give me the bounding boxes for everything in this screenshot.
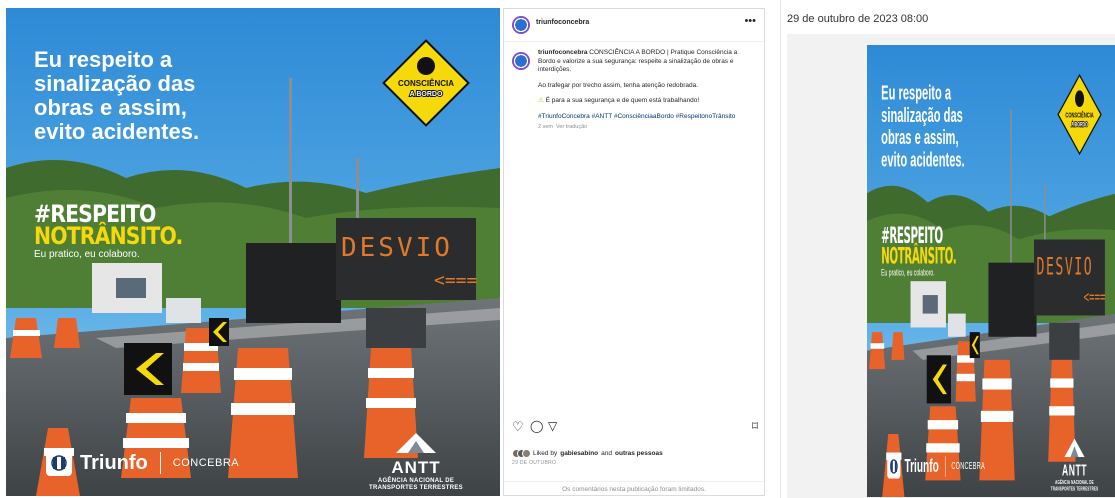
antt-full-line: AGÊNCIA NACIONAL DE [377,478,455,484]
antt-logo: ANTT AGÊNCIA NACIONAL DE TRANSPORTES TER… [361,433,471,492]
headline-line: evito acidentes. [34,119,200,144]
brand-name: Triunfo [80,451,148,474]
liked-and: and [601,450,613,457]
headline-line: sinalização das [881,103,963,127]
post-header: triunfoconcebra ••• [504,9,764,42]
see-translation-link[interactable]: Ver tradução [556,124,587,130]
antt-full-line: TRANSPORTES TERRESTRES [369,485,463,491]
caption-username[interactable]: triunfoconcebra [538,49,587,56]
caption-paragraph: Ao trafegar por trecho assim, tenha aten… [538,81,699,89]
triunfo-logo: Triunfo CONCEBRA [887,454,985,479]
post-caption: triunfoconcebra CONSCIÊNCIA A BORDO | Pr… [538,49,756,139]
antt-triangle-icon [1047,438,1103,462]
liker-avatars [512,449,531,458]
poster-preview: DESVIO <=== CONSCIÊNCIA A BORDO Eu respe… [867,45,1115,497]
comment-icon[interactable]: ◯ [530,419,543,433]
desvio-sign-text: DESVIO [1037,252,1094,281]
post-time-ago: 2 sem [538,124,553,130]
more-horizontal-icon[interactable]: ••• [744,15,756,27]
avatar[interactable] [512,16,530,34]
svg-text:A BORDO: A BORDO [1071,122,1088,129]
svg-text:CONSCIÊNCIA: CONSCIÊNCIA [398,79,454,88]
headline-line: Eu respeito a [881,81,952,105]
poster-headline: Eu respeito a sinalização das obras e as… [881,82,965,171]
brand-partner: CONCEBRA [172,457,240,469]
antt-name: ANTT [1062,461,1087,480]
svg-text:<===: <=== [1084,289,1106,308]
caption-paragraph: É para a sua segurança e de quem está tr… [545,97,700,104]
poster-artwork: DESVIO <=== CONSCIÊNCIA A BORDO Eu respe… [6,8,500,496]
poster-headline: Eu respeito a sinalização das obras e as… [34,48,199,144]
comments-limited-notice: Os comentários nesta publicação foram li… [504,481,764,495]
liked-others[interactable]: outras pessoas [615,450,663,457]
antt-full-line: TRANSPORTES TERRESTRES [1050,486,1099,493]
headline-line: obras e assim, [881,125,959,149]
liked-user[interactable]: gabiesabino [560,450,598,457]
post-image[interactable]: DESVIO <=== CONSCIÊNCIA A BORDO Eu respe… [6,8,500,496]
headline-line: obras e assim, [34,95,187,120]
poster-tagline: Eu pratico, eu colaboro. [34,249,140,260]
headline-line: evito acidentes. [881,147,965,171]
preview-image[interactable]: DESVIO <=== CONSCIÊNCIA A BORDO Eu respe… [867,45,1115,497]
headline-line: Eu respeito a [34,47,173,72]
triunfo-mark-icon [46,450,72,476]
antt-triangle-icon [361,433,471,458]
caption-avatar[interactable] [512,52,530,70]
hashtag-notransito: NOTRÂNSITO. [34,222,183,250]
antt-logo: ANTT AGÊNCIA NACIONAL DE TRANSPORTES TER… [1047,438,1103,494]
post-actions: ♡ ◯ ▽ ⌑ [512,419,758,435]
caption-hashtags[interactable]: #TriunfoConcebra #ANTT #ConsciênciaaBord… [538,113,756,122]
warning-icon: ⚠ [538,97,544,104]
svg-text:<===: <=== [434,270,478,291]
liked-by-line: Liked by gabiesabino and outras pessoas [512,449,663,458]
preview-pane: 29 de outubro de 2023 08:00 DESVIO <=== … [780,0,1115,498]
headline-line: sinalização das [34,71,196,96]
heart-icon[interactable]: ♡ [512,419,524,435]
hashtag-notransito: NOTRÂNSITO. [881,243,957,270]
triunfo-logo: Triunfo CONCEBRA [46,450,239,476]
post-date: 29 DE OUTUBRO [512,460,557,466]
poster-tagline: Eu pratico, eu colaboro. [881,268,935,279]
share-icon[interactable]: ▽ [548,419,557,433]
desvio-sign-text: DESVIO [341,233,453,263]
triunfo-mark-icon [887,454,901,479]
antt-name: ANTT [391,458,441,477]
post-timestamp: 29 de outubro de 2023 08:00 [787,13,929,25]
post-username[interactable]: triunfoconcebra [536,19,589,26]
bookmark-icon[interactable]: ⌑ [752,419,758,433]
liked-prefix: Liked by [533,450,558,457]
svg-text:A BORDO: A BORDO [410,91,443,98]
instagram-post-panel: triunfoconcebra ••• triunfoconcebra CONS… [503,8,765,496]
brand-partner: CONCEBRA [951,460,985,472]
brand-name: Triunfo [904,455,939,477]
